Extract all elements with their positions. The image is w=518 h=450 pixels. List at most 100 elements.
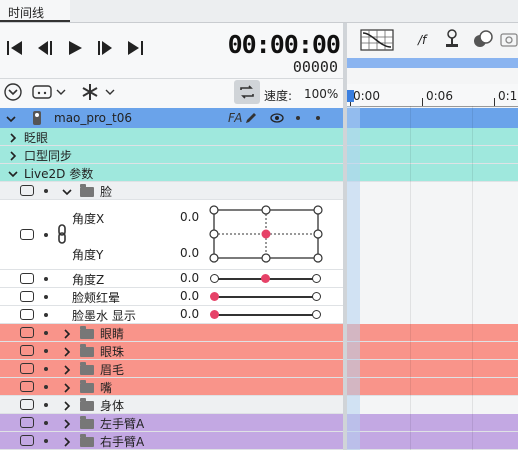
device-icon[interactable] xyxy=(20,345,34,356)
lipsync-row[interactable]: 口型同步 xyxy=(0,146,518,164)
ruler-tick-label: 0:1 xyxy=(498,89,518,103)
play-icon[interactable] xyxy=(64,36,86,60)
chevron-right-icon[interactable] xyxy=(62,400,72,411)
body-row[interactable]: 身体 xyxy=(0,396,345,414)
device-icon[interactable] xyxy=(20,327,34,338)
eyes-row[interactable]: 眼睛 xyxy=(0,324,518,342)
layers-icon[interactable] xyxy=(472,29,494,52)
grid-line xyxy=(472,106,473,450)
camera-icon[interactable] xyxy=(500,29,518,52)
speed-label: 速度: xyxy=(264,89,293,103)
playhead-handle[interactable] xyxy=(346,90,354,102)
fa-label[interactable]: FA xyxy=(228,111,242,125)
device-icon[interactable] xyxy=(20,417,34,428)
ink-row[interactable]: 脸墨水 显示 0.0 xyxy=(0,306,345,324)
timeline-tab-label: 时间线 xyxy=(8,6,45,20)
chevron-right-icon[interactable] xyxy=(62,436,72,447)
face-group-row[interactable]: 脸 xyxy=(0,182,345,200)
link-icon[interactable] xyxy=(56,224,68,247)
chevron-right-icon[interactable] xyxy=(62,418,72,429)
eye-icon[interactable] xyxy=(270,112,284,127)
blush-row[interactable]: 脸颊红晕 0.0 xyxy=(0,288,345,306)
timeline-tab[interactable]: 时间线 xyxy=(0,0,70,22)
frame-display: 00000 xyxy=(292,58,338,76)
folder-icon xyxy=(80,380,94,393)
angle-y-value[interactable]: 0.0 xyxy=(180,246,199,260)
row-label: 右手臂A xyxy=(100,435,145,449)
device-icon[interactable] xyxy=(20,273,34,284)
device-icon[interactable] xyxy=(20,185,34,196)
row-label: 眨眼 xyxy=(24,131,49,145)
row-label: Live2D 参数 xyxy=(24,167,94,181)
work-area-bar[interactable] xyxy=(346,58,518,68)
model-row[interactable]: mao_pro_t06 FA xyxy=(0,108,518,128)
row-label: 眉毛 xyxy=(100,363,125,377)
device-icon[interactable] xyxy=(20,381,34,392)
chevron-down-icon[interactable] xyxy=(8,168,18,178)
chevron-right-icon[interactable] xyxy=(8,132,18,143)
folder-icon xyxy=(80,326,94,339)
row-label: 眼珠 xyxy=(100,345,125,359)
slider-handle[interactable] xyxy=(210,310,219,319)
skip-start-icon[interactable] xyxy=(4,36,26,60)
row-label: 脸 xyxy=(100,185,113,199)
row-label: 身体 xyxy=(100,399,125,413)
param-value[interactable]: 0.0 xyxy=(180,307,199,321)
time-ruler[interactable]: 0:00 0:06 0:1 xyxy=(346,84,518,107)
speed-value[interactable]: 100% xyxy=(304,87,338,101)
graph-editor-icon[interactable] xyxy=(360,29,394,54)
xy-pad[interactable] xyxy=(208,204,324,267)
chevron-right-icon[interactable] xyxy=(8,150,18,161)
param-value[interactable]: 0.0 xyxy=(180,289,199,303)
fps-label[interactable]: /f xyxy=(418,33,426,47)
angle-x-label: 角度X xyxy=(72,212,105,226)
folder-icon xyxy=(80,362,94,375)
chevron-right-icon[interactable] xyxy=(62,364,72,375)
loop-icon[interactable] xyxy=(234,80,260,104)
angle-x-value[interactable]: 0.0 xyxy=(180,210,199,224)
slider-handle[interactable] xyxy=(261,274,270,283)
row-label: 嘴 xyxy=(100,381,113,395)
blink-row[interactable]: 眨眼 xyxy=(0,128,518,146)
device-icon[interactable] xyxy=(20,229,34,240)
angle-z-row[interactable]: 角度Z 0.0 xyxy=(0,270,345,288)
folder-icon xyxy=(80,416,94,429)
device-icon[interactable] xyxy=(20,399,34,410)
live2d-params-row[interactable]: Live2D 参数 xyxy=(0,164,518,182)
device-icon[interactable] xyxy=(20,309,34,320)
folder-icon xyxy=(80,184,94,197)
right-arm-row[interactable]: 右手臂A xyxy=(0,432,518,450)
angle-xy-row[interactable]: 角度X 0.0 角度Y 0.0 xyxy=(0,200,345,270)
skip-end-icon[interactable] xyxy=(124,36,146,60)
chevron-down-icon[interactable] xyxy=(62,186,72,196)
slider-track[interactable] xyxy=(214,296,316,298)
device-icon[interactable] xyxy=(20,435,34,446)
angle-y-label: 角度Y xyxy=(72,248,104,262)
model-icon xyxy=(30,110,44,129)
playhead-column[interactable] xyxy=(346,106,360,450)
device-icon[interactable] xyxy=(20,363,34,374)
pin-icon[interactable] xyxy=(444,29,460,52)
mouth-row[interactable]: 嘴 xyxy=(0,378,518,396)
step-forward-icon[interactable] xyxy=(94,36,116,60)
device-icon[interactable] xyxy=(20,291,34,302)
slider-track[interactable] xyxy=(214,314,316,316)
param-value[interactable]: 0.0 xyxy=(180,271,199,285)
folder-icon xyxy=(80,344,94,357)
device-icon[interactable] xyxy=(32,83,68,104)
brows-row[interactable]: 眉毛 xyxy=(0,360,518,378)
circle-chevron-icon[interactable] xyxy=(4,83,22,104)
eyeballs-row[interactable]: 眼珠 xyxy=(0,342,518,360)
chevron-right-icon[interactable] xyxy=(62,382,72,393)
ruler-tick-label: 0:06 xyxy=(426,89,453,103)
chevron-right-icon[interactable] xyxy=(62,346,72,357)
snowflake-icon[interactable] xyxy=(80,82,120,105)
left-arm-row[interactable]: 左手臂A xyxy=(0,414,518,432)
chevron-down-icon[interactable] xyxy=(6,113,16,123)
step-back-icon[interactable] xyxy=(34,36,56,60)
tab-strip xyxy=(70,0,518,22)
pane-divider[interactable] xyxy=(343,23,347,450)
pen-icon[interactable] xyxy=(244,111,258,128)
slider-handle[interactable] xyxy=(210,292,219,301)
chevron-right-icon[interactable] xyxy=(62,328,72,339)
